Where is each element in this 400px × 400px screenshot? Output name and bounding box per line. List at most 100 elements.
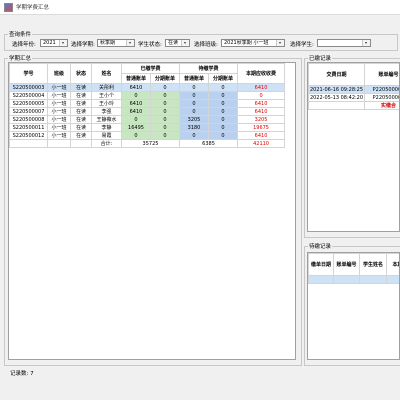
cell-name: 王小玲	[91, 99, 122, 108]
student-select[interactable]	[317, 39, 371, 47]
cell-pending-normal: 3180	[179, 123, 210, 132]
header-pend-fee[interactable]: 本期	[386, 253, 399, 276]
cell-pending-installment: 0	[208, 91, 239, 100]
cell-id: S220500012	[9, 131, 48, 140]
cell-pending-installment: 0	[208, 107, 239, 116]
class-select[interactable]: 2021秋季期 小一班	[221, 39, 285, 47]
header-pending-normal[interactable]: 普通账单	[179, 73, 210, 84]
cell-should: 6410	[237, 107, 286, 116]
header-paid-normal[interactable]: 普通账单	[121, 73, 151, 84]
header-pend-name[interactable]: 学生姓名	[359, 253, 387, 276]
status-value: 在读	[168, 40, 179, 46]
cell-paid-installment: 0	[149, 91, 181, 100]
cell-status: 在读	[70, 83, 92, 92]
pending-log-grid[interactable]: 缴单日期 账单编号 学生姓名 本期	[307, 252, 400, 360]
term-value: 秋季期	[100, 40, 116, 46]
payment-footer: 实缴合	[364, 101, 399, 110]
term-select[interactable]: 秋季期	[97, 39, 135, 47]
cell-status: 在读	[70, 131, 92, 140]
header-status[interactable]: 状态	[70, 63, 92, 84]
cell-name: 李强	[91, 107, 122, 116]
year-select[interactable]: 2021	[40, 39, 68, 47]
app-icon	[4, 2, 13, 12]
chevron-down-icon[interactable]	[126, 40, 134, 46]
header-pending-group: 待缴学费	[179, 63, 239, 74]
table-row[interactable]: 2022-05-13 08:42:20 P220500008	[308, 93, 399, 102]
payment-log-table: 交费日期 账单编号 2021-06-16 09:28:25 P220500009…	[308, 63, 399, 110]
cell-paid-normal: 0	[121, 91, 151, 100]
summary-grid[interactable]: 学号 班级 状态 姓名 已缴学费 待缴学费 本期应收收费 普通账单 分期账单 普…	[8, 62, 296, 360]
cell-pending-normal: 0	[179, 83, 210, 92]
chevron-down-icon[interactable]	[181, 40, 189, 46]
cell-pay-bill: P220500008	[364, 93, 399, 102]
cell-name: 李静	[91, 123, 122, 132]
cell-paid-normal: 6410	[121, 107, 151, 116]
header-pay-bill[interactable]: 账单编号	[364, 63, 399, 86]
cell-name: 王静薇水	[91, 115, 122, 124]
year-label: 选择年份:	[12, 42, 36, 48]
cell-status: 在读	[70, 107, 92, 116]
year-value: 2021	[43, 40, 56, 46]
cell-paid-normal: 16495	[121, 123, 151, 132]
total-label: 合计:	[91, 139, 122, 148]
chevron-down-icon[interactable]	[362, 40, 370, 46]
cell-paid-installment: 0	[149, 107, 181, 116]
cell-should: 3205	[237, 115, 286, 124]
header-pay-date[interactable]: 交费日期	[308, 63, 365, 86]
cell-status: 在读	[70, 91, 92, 100]
title-bar: 学期学费汇总	[0, 0, 400, 15]
payment-footer-row: 实缴合	[308, 101, 399, 110]
table-row[interactable]	[308, 275, 399, 284]
header-class[interactable]: 班级	[47, 63, 71, 84]
cell-pending-normal: 0	[179, 131, 210, 140]
cell-pending-installment: 0	[208, 115, 239, 124]
payment-log-legend: 已缴记录	[308, 54, 333, 62]
table-row[interactable]: S220500011 小一班 在读 李静 16495 0 3180 0 1967…	[9, 123, 286, 132]
cell-name: 关彤利	[91, 83, 122, 92]
cell-class: 小一班	[47, 131, 71, 140]
header-pend-date[interactable]: 缴单日期	[308, 253, 334, 276]
cell-id: S220500007	[9, 107, 48, 116]
summary-table: 学号 班级 状态 姓名 已缴学费 待缴学费 本期应收收费 普通账单 分期账单 普…	[9, 63, 286, 148]
cell-should: 19675	[237, 123, 286, 132]
header-paid-installment[interactable]: 分期账单	[149, 73, 181, 84]
class-label: 选择班级:	[194, 42, 218, 48]
table-row[interactable]: S220500007 小一班 在读 李强 6410 0 0 0 6410	[9, 107, 286, 116]
header-pend-bill[interactable]: 账单编号	[333, 253, 360, 276]
cell-should: 0	[237, 91, 286, 100]
header-name[interactable]: 姓名	[91, 63, 122, 84]
cell-id: S220500005	[9, 99, 48, 108]
chevron-down-icon[interactable]	[59, 40, 67, 46]
pending-log-table: 缴单日期 账单编号 学生姓名 本期	[308, 253, 399, 284]
chevron-down-icon[interactable]	[276, 40, 284, 46]
cell-class: 小一班	[47, 99, 71, 108]
total-paid: 35725	[120, 139, 181, 148]
cell-paid-installment: 0	[149, 115, 181, 124]
cell-paid-normal: 6410	[121, 99, 151, 108]
status-select[interactable]: 在读	[165, 39, 190, 47]
table-row[interactable]: 2021-06-16 09:28:25 P220500009	[308, 85, 399, 94]
header-should[interactable]: 本期应收收费	[237, 63, 286, 84]
table-row[interactable]: S220500012 小一班 在读 易霞 0 0 0 0 6410	[9, 131, 286, 140]
payment-log-grid[interactable]: 交费日期 账单编号 2021-06-16 09:28:25 P220500009…	[307, 62, 400, 232]
total-should: 42110	[237, 139, 286, 148]
table-row[interactable]: S220500004 小一班 在读 王小个 0 0 0 0 0	[9, 91, 286, 100]
table-row[interactable]: S220500003 小一班 在读 关彤利 6410 0 0 0 6410	[9, 83, 286, 92]
table-row[interactable]: S220500005 小一班 在读 王小玲 6410 0 0 0 6410	[9, 99, 286, 108]
table-row[interactable]: S220500008 小一班 在读 王静薇水 0 0 3205 0 3205	[9, 115, 286, 124]
pending-log-legend: 待缴记录	[308, 242, 333, 250]
cell-pending-normal: 0	[179, 99, 210, 108]
status-label: 学生状态:	[138, 42, 162, 48]
header-id[interactable]: 学号	[9, 63, 48, 84]
cell-paid-normal: 0	[121, 131, 151, 140]
cell-class: 小一班	[47, 123, 71, 132]
cell-should: 6410	[237, 83, 286, 92]
header-paid-group: 已缴学费	[120, 63, 181, 74]
cell-paid-installment: 0	[149, 83, 181, 92]
cell-name: 易霞	[91, 131, 122, 140]
cell-paid-installment: 0	[149, 131, 181, 140]
cell-pending-normal: 0	[179, 107, 210, 116]
cell-pending-installment: 0	[208, 123, 239, 132]
header-pending-installment[interactable]: 分期账单	[208, 73, 239, 84]
total-row: 合计: 35725 6385 42110	[9, 139, 286, 148]
